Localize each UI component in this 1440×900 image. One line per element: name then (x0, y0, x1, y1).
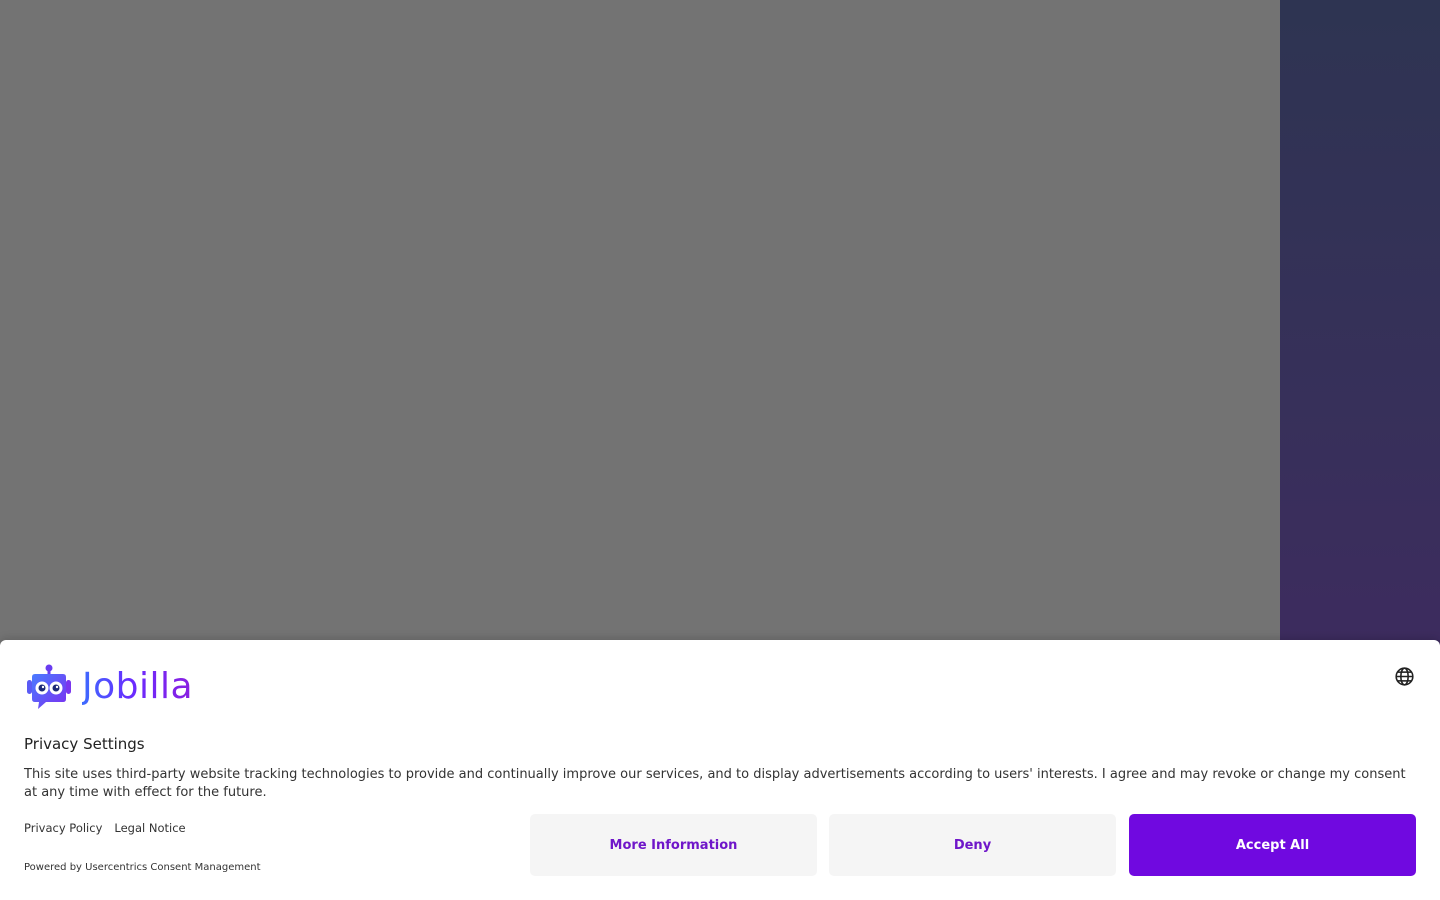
language-selector-button[interactable] (1392, 664, 1416, 688)
legal-notice-link[interactable]: Legal Notice (114, 821, 185, 835)
privacy-policy-link[interactable]: Privacy Policy (24, 821, 102, 835)
more-information-button[interactable]: More Information (530, 814, 817, 876)
consent-description: This site uses third-party website track… (24, 767, 1406, 800)
cookie-consent-banner: Jobilla Privacy Settings This site uses … (0, 640, 1440, 900)
globe-icon (1394, 666, 1414, 686)
brand-wordmark: Jobilla (82, 666, 194, 707)
consent-title: Privacy Settings (24, 735, 145, 753)
brand-logo: Jobilla (24, 664, 193, 712)
legal-links: Privacy Policy Legal Notice (24, 821, 186, 835)
powered-by-text: Powered by Usercentrics Consent Manageme… (24, 862, 261, 873)
deny-button[interactable]: Deny (829, 814, 1116, 876)
robot-mascot-icon (27, 664, 71, 709)
accept-all-button[interactable]: Accept All (1129, 814, 1416, 876)
